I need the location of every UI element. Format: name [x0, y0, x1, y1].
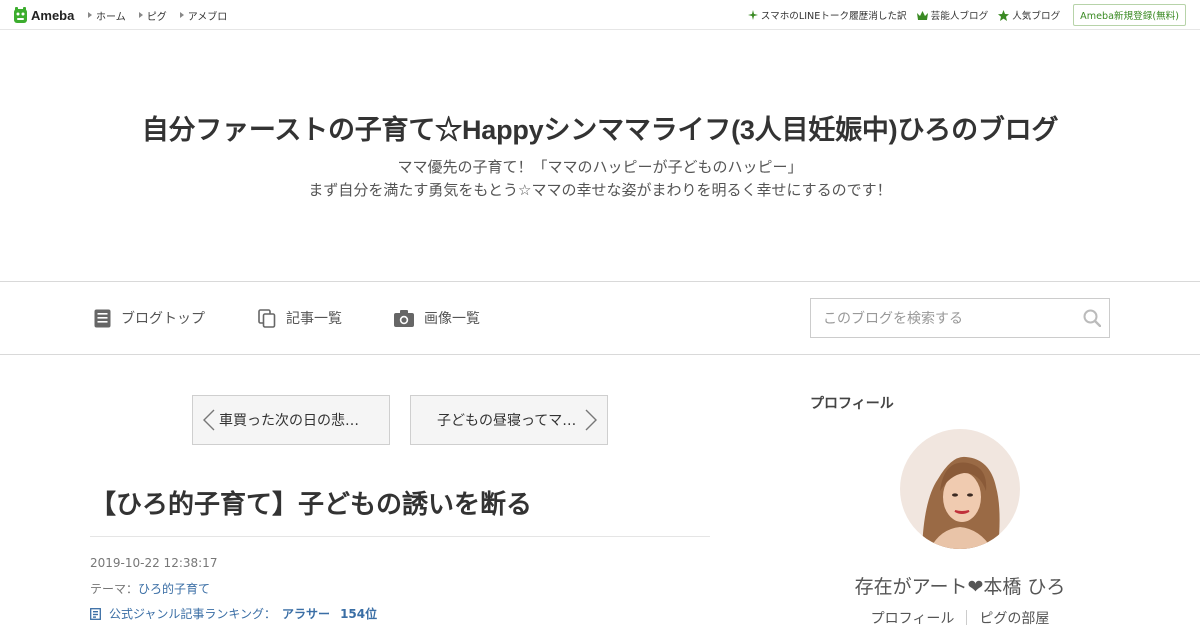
sparkle-icon	[747, 10, 758, 20]
blog-nav: ブログトップ 記事一覧 画像一覧	[0, 281, 1200, 355]
theme-prefix: テーマ：	[90, 582, 139, 596]
ranking-icon	[90, 607, 101, 620]
ameba-logo[interactable]: Ameba	[13, 6, 74, 24]
ranking-position[interactable]: 154位	[340, 605, 377, 622]
blog-title[interactable]: 自分ファーストの子育て☆Happyシンママライフ(3人目妊娠中)ひろのブログ	[0, 108, 1200, 147]
nav-home-label: ホーム	[96, 11, 126, 23]
nav-ameblo-label: アメブロ	[187, 11, 228, 23]
document-icon	[94, 309, 111, 327]
article-theme: テーマ：ひろ的子育て	[90, 580, 210, 597]
divider	[90, 536, 710, 537]
nav-image-list-label: 画像一覧	[424, 311, 480, 327]
profile-link[interactable]: プロフィール	[871, 608, 955, 628]
pigg-room-link[interactable]: ピグの部屋	[979, 608, 1049, 628]
blog-description-line2: まず自分を満たす勇気をもとう☆ママの幸せな姿がまわりを明るく幸せにするのです！	[308, 181, 892, 199]
nav-pigg-label: ピグ	[146, 11, 167, 23]
blog-search	[810, 298, 1110, 338]
profile-links: プロフィール ピグの部屋	[810, 608, 1110, 628]
article-title: 【ひろ的子育て】子どもの誘いを断る	[90, 489, 533, 519]
link-celebrity-blogs-label: 芸能人ブログ	[930, 11, 989, 22]
search-button[interactable]	[1083, 309, 1102, 331]
copy-list-icon	[258, 308, 276, 328]
header-links: スマホのLINEトーク履歴消した訳 芸能人ブログ 人気ブログ Ameba新規登録…	[738, 0, 1186, 30]
star-icon	[998, 9, 1010, 21]
ameba-mascot-icon	[14, 6, 27, 23]
next-article-title: 子どもの昼寝ってマ…	[437, 413, 577, 429]
camera-icon	[394, 309, 414, 327]
global-header: Ameba ホーム ピグ アメブロ スマホのLINEトーク履歴消した訳 芸能人ブ…	[0, 0, 1200, 30]
nav-blog-top[interactable]: ブログトップ	[94, 282, 205, 354]
previous-article-button[interactable]: 車買った次の日の悲…	[192, 395, 390, 445]
link-popular-blogs-label: 人気ブログ	[1012, 11, 1061, 22]
profile-heading: プロフィール	[810, 396, 894, 412]
crown-icon	[916, 10, 928, 20]
search-icon	[1083, 309, 1102, 328]
profile-photo	[900, 429, 1020, 549]
chevron-left-icon	[203, 409, 215, 431]
nav-image-list[interactable]: 画像一覧	[394, 282, 480, 354]
ranking-label[interactable]: 公式ジャンル記事ランキング：	[109, 605, 276, 622]
nav-home[interactable]: ホーム	[88, 8, 126, 23]
link-popular-blogs[interactable]: 人気ブログ	[998, 8, 1060, 22]
caret-right-icon	[179, 12, 184, 18]
previous-article-title: 車買った次の日の悲…	[219, 413, 359, 429]
global-nav: ホーム ピグ アメブロ	[88, 0, 240, 30]
ranking-genre[interactable]: アラサー	[282, 605, 330, 622]
chevron-right-icon	[585, 409, 597, 431]
link-line-history[interactable]: スマホのLINEトーク履歴消した訳	[747, 8, 907, 22]
nav-article-list-label: 記事一覧	[286, 311, 342, 327]
article-ranking: 公式ジャンル記事ランキング： アラサー 154位	[90, 605, 377, 622]
nav-pigg[interactable]: ピグ	[138, 8, 167, 23]
caret-right-icon	[88, 12, 92, 18]
blog-description-line1: ママ優先の子育て！「ママのハッピーが子どものハッピー」	[397, 158, 803, 176]
blog-description: ママ優先の子育て！「ママのハッピーが子どものハッピー」 まず自分を満たす勇気をも…	[0, 156, 1200, 202]
nav-ameblo[interactable]: アメブロ	[179, 8, 228, 23]
next-article-button[interactable]: 子どもの昼寝ってマ…	[410, 395, 608, 445]
link-line-history-label: スマホのLINEトーク履歴消した訳	[760, 11, 907, 22]
caret-right-icon	[138, 12, 143, 18]
article-date: 2019-10-22 12:38:17	[90, 556, 218, 570]
signup-button[interactable]: Ameba新規登録(無料)	[1073, 4, 1186, 26]
avatar[interactable]	[900, 429, 1020, 549]
profile-name[interactable]: 存在がアート❤本橋 ひろ	[810, 572, 1110, 599]
theme-link[interactable]: ひろ的子育て	[138, 582, 210, 596]
link-celebrity-blogs[interactable]: 芸能人ブログ	[916, 8, 989, 22]
nav-blog-top-label: ブログトップ	[121, 311, 205, 327]
nav-article-list[interactable]: 記事一覧	[258, 282, 342, 354]
link-separator	[966, 610, 968, 625]
blog-search-input[interactable]	[821, 308, 1075, 330]
logo-text: Ameba	[31, 7, 75, 23]
